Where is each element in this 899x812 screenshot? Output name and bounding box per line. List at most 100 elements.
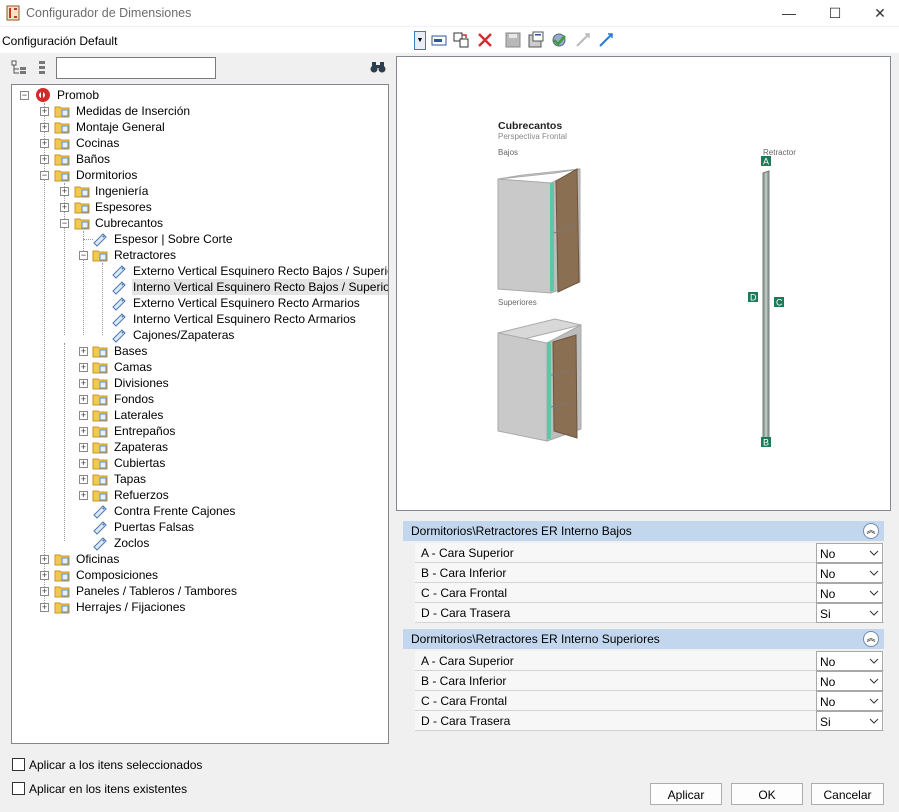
app-icon: [6, 5, 20, 21]
copy-config-icon[interactable]: [452, 31, 470, 49]
tree-item-dormitorios[interactable]: − Dormitorios: [12, 167, 382, 183]
approve-icon[interactable]: [550, 31, 568, 49]
tree-item-refuerzos[interactable]: + Refuerzos: [12, 487, 382, 503]
collapse-icon[interactable]: ︽: [863, 631, 879, 647]
chevron-down-icon: [869, 570, 879, 576]
folder-icon: [74, 202, 90, 214]
tag-b: B: [763, 438, 769, 448]
property-row[interactable]: C - Cara Frontal No: [415, 691, 884, 711]
folder-icon: [92, 458, 108, 470]
close-button[interactable]: ✕: [857, 0, 899, 26]
property-select[interactable]: No: [816, 651, 883, 671]
tree-item-cubiertas[interactable]: + Cubiertas: [12, 455, 382, 471]
tree-item-interno-vertical-bajos-superiores[interactable]: Interno Vertical Esquinero Recto Bajos /…: [12, 279, 388, 295]
tree-item-bases[interactable]: + Bases: [12, 343, 382, 359]
configuration-label[interactable]: Configuración Default: [2, 34, 117, 48]
tree-item-banos[interactable]: + Baños: [12, 151, 382, 167]
tree-item-cajones-zapateras[interactable]: Cajones/Zapateras: [12, 327, 382, 343]
property-row[interactable]: C - Cara Frontal No: [415, 583, 884, 603]
tree-item-camas[interactable]: + Camas: [12, 359, 382, 375]
tree-item-medidas-de-insercion[interactable]: + Medidas de Inserción: [12, 103, 382, 119]
tree-item-cocinas[interactable]: + Cocinas: [12, 135, 382, 151]
tree-item-oficinas[interactable]: + Oficinas: [12, 551, 382, 567]
preview-panel: Cubrecantos Perspectiva Frontal Bajos Su…: [396, 56, 891, 511]
tree-item-divisiones[interactable]: + Divisiones: [12, 375, 382, 391]
tree-item-cubrecantos[interactable]: − Cubrecantos: [12, 215, 382, 231]
apply-button[interactable]: Aplicar: [650, 783, 722, 805]
tree-item-composiciones[interactable]: + Composiciones: [12, 567, 382, 583]
property-select[interactable]: Si: [816, 711, 883, 731]
group-header-bajos[interactable]: Dormitorios\Retractores ER Interno Bajos…: [403, 521, 884, 541]
property-row[interactable]: B - Cara Inferior No: [415, 671, 884, 691]
tree-item-puertas-falsas[interactable]: Puertas Falsas: [12, 519, 382, 535]
tree-item-ingenieria[interactable]: + Ingeniería: [12, 183, 382, 199]
property-select[interactable]: No: [816, 563, 883, 583]
tree-item-laterales[interactable]: + Laterales: [12, 407, 382, 423]
folder-icon: [54, 554, 70, 566]
tree-item-espesores[interactable]: + Espesores: [12, 199, 382, 215]
folder-icon: [74, 186, 90, 198]
title-bar: Configurador de Dimensiones — ☐ ✕: [0, 0, 899, 26]
apply-selected-label[interactable]: Aplicar a los itens seleccionados: [29, 758, 202, 772]
property-select[interactable]: No: [816, 671, 883, 691]
property-select[interactable]: No: [816, 583, 883, 603]
folder-icon: [92, 474, 108, 486]
folder-open-icon: [74, 218, 90, 230]
preview-title: Cubrecantos: [498, 120, 562, 132]
property-select[interactable]: No: [816, 543, 883, 563]
tree-item-retractores[interactable]: − Retractores: [12, 247, 382, 263]
upper-cabinet-drawing: [497, 318, 582, 442]
property-row[interactable]: D - Cara Trasera Si: [415, 603, 884, 623]
tree-item-externo-vertical-armarios[interactable]: Externo Vertical Esquinero Recto Armario…: [12, 295, 382, 311]
apply-existing-checkbox[interactable]: [12, 782, 25, 795]
tree-item-interno-vertical-armarios[interactable]: Interno Vertical Esquinero Recto Armario…: [12, 311, 382, 327]
tree-item-herrajes-fijaciones[interactable]: + Herrajes / Fijaciones: [12, 599, 382, 615]
apply-existing-label[interactable]: Aplicar en los itens existentes: [29, 782, 187, 796]
search-input[interactable]: [56, 57, 216, 79]
link-icon[interactable]: [597, 31, 615, 49]
export-icon[interactable]: [527, 31, 545, 49]
tree-item-entrepanos[interactable]: + Entrepaños: [12, 423, 382, 439]
configuration-dropdown-button[interactable]: ▼: [414, 31, 426, 50]
property-row[interactable]: A - Cara Superior No: [415, 543, 884, 563]
edit-config-icon[interactable]: [430, 31, 448, 49]
tree-item-fondos[interactable]: + Fondos: [12, 391, 382, 407]
property-select[interactable]: Si: [816, 603, 883, 623]
collapse-all-icon[interactable]: [36, 60, 48, 76]
binoculars-icon[interactable]: [370, 60, 386, 74]
expand-all-icon[interactable]: [11, 60, 27, 76]
group-header-superiores[interactable]: Dormitorios\Retractores ER Interno Super…: [403, 629, 884, 649]
apply-selected-checkbox[interactable]: [12, 758, 25, 771]
cancel-button[interactable]: Cancelar: [811, 783, 884, 805]
property-select[interactable]: No: [816, 691, 883, 711]
folder-icon: [92, 426, 108, 438]
ok-button[interactable]: OK: [731, 783, 803, 805]
property-row[interactable]: D - Cara Trasera Si: [415, 711, 884, 731]
folder-icon: [54, 138, 70, 150]
tree-item-paneles-tableros-tambores[interactable]: + Paneles / Tableros / Tambores: [12, 583, 382, 599]
tree-item-zoclos[interactable]: Zoclos: [12, 535, 382, 551]
tree-item-montaje-general[interactable]: + Montaje General: [12, 119, 382, 135]
minimize-button[interactable]: —: [766, 0, 812, 26]
tree-item-espesor-sobre-corte[interactable]: Espesor | Sobre Corte: [12, 231, 382, 247]
ruler-tag-icon: [112, 297, 126, 311]
property-row[interactable]: B - Cara Inferior No: [415, 563, 884, 583]
folder-icon: [92, 490, 108, 502]
preview-subtitle: Perspectiva Frontal: [498, 132, 567, 141]
tree-item-tapas[interactable]: + Tapas: [12, 471, 382, 487]
tree-item-zapateras[interactable]: + Zapateras: [12, 439, 382, 455]
property-row[interactable]: A - Cara Superior No: [415, 651, 884, 671]
tree-item-externo-vertical-bajos-superiores[interactable]: Externo Vertical Esquinero Recto Bajos /…: [12, 263, 388, 279]
tree-item-promob[interactable]: − Promob: [12, 87, 382, 103]
save-icon[interactable]: [504, 31, 522, 49]
link-disabled-icon[interactable]: [574, 31, 592, 49]
maximize-button[interactable]: ☐: [812, 0, 858, 26]
chevron-down-icon: [869, 658, 879, 664]
delete-config-icon[interactable]: [476, 31, 494, 49]
ruler-tag-icon: [93, 521, 107, 535]
collapse-icon[interactable]: ︽: [863, 523, 879, 539]
retractor-strip-drawing: A B C D: [748, 156, 784, 448]
tree-view[interactable]: − Promob + Medidas de Inserción + Montaj…: [11, 84, 389, 744]
tree-item-contra-frente-cajones[interactable]: Contra Frente Cajones: [12, 503, 382, 519]
chevron-down-icon: [869, 678, 879, 684]
